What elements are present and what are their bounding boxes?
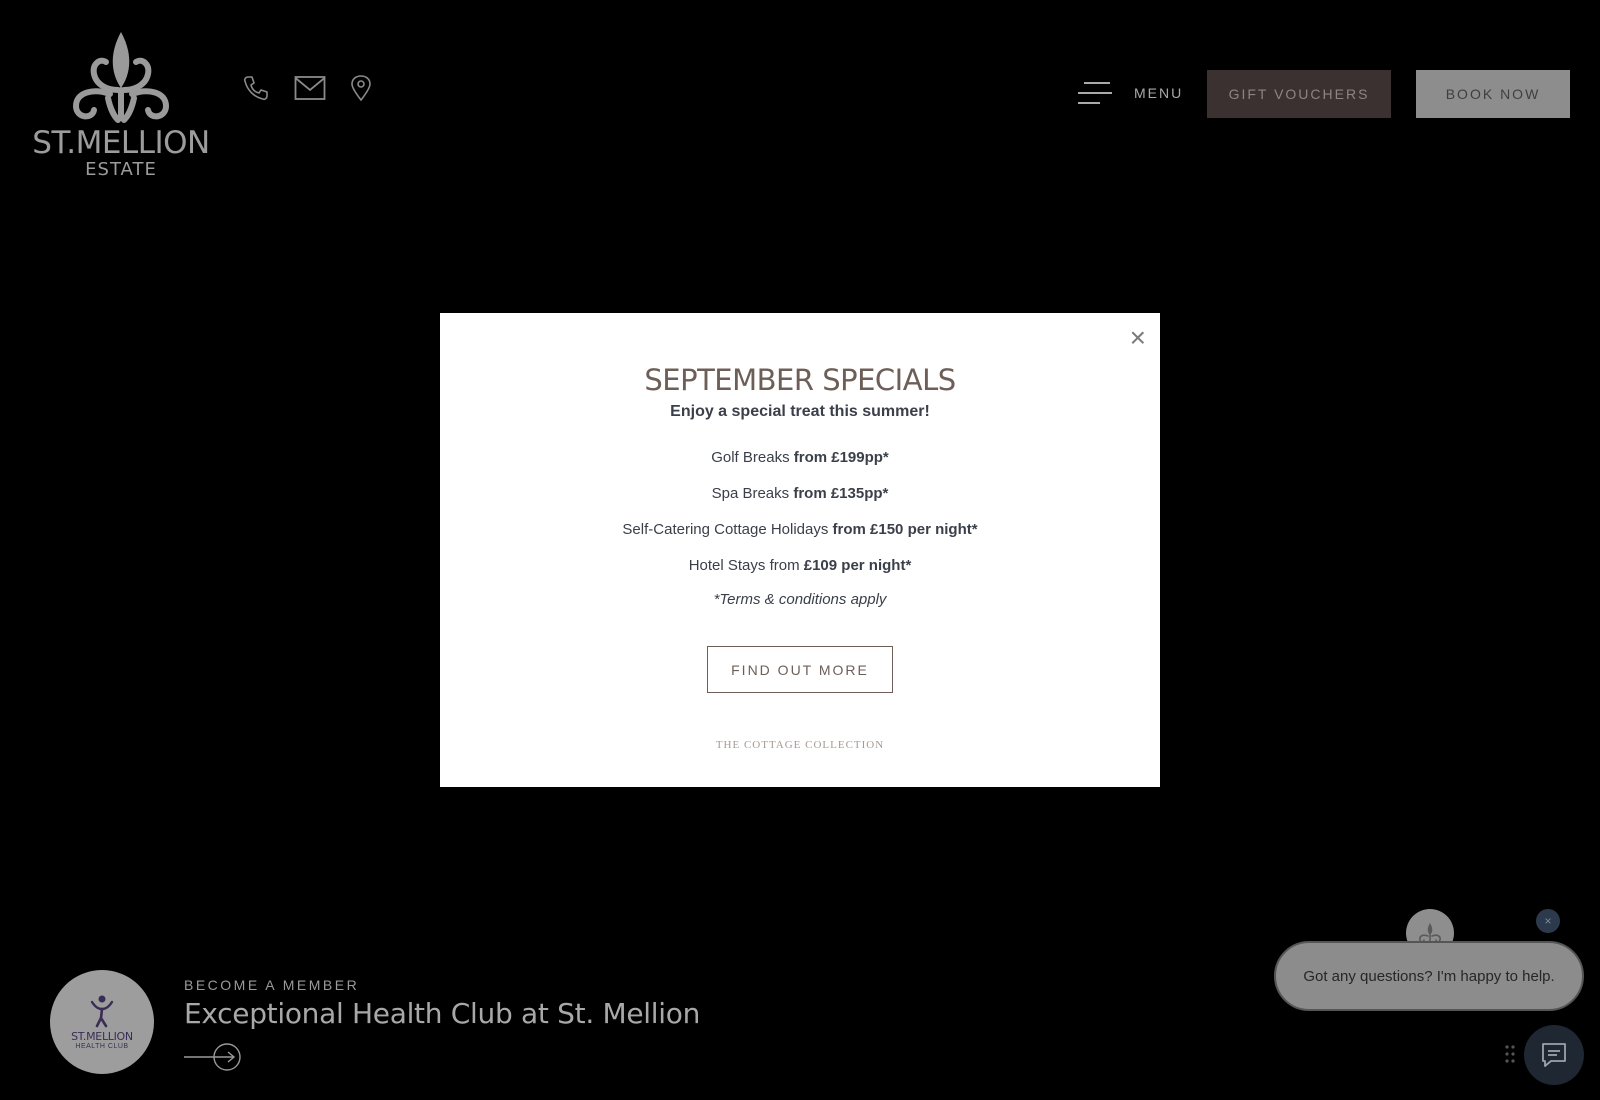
site-logo[interactable]: ST.MELLION ESTATE [28,28,214,180]
offer-label: Golf Breaks [711,449,794,466]
offers-list: Golf Breaks from £199pp* Spa Breaks from… [440,447,1160,591]
close-icon[interactable]: × [1130,323,1146,353]
badge-name: ST.MELLION [71,1030,133,1043]
offer-item: Spa Breaks from £135pp* [440,483,1160,519]
hamburger-icon [1078,82,1112,104]
offer-price: from £199pp* [793,449,889,466]
terms-note: *Terms & conditions apply [713,591,887,608]
offer-item: Golf Breaks from £199pp* [440,447,1160,483]
arrow-right-icon[interactable] [184,1042,244,1077]
logo-name: ST.MELLION [32,125,210,161]
mail-icon[interactable] [294,75,326,106]
health-club-badge[interactable]: ST.MELLION HEALTH CLUB [50,970,154,1074]
chat-launcher-button[interactable] [1524,1025,1584,1085]
offer-label: Hotel Stays from [688,557,804,574]
menu-button[interactable]: MENU [1076,80,1183,106]
offer-price: from £150 per night* [832,521,978,538]
offer-price: from £135pp* [793,485,889,502]
logo-subtitle: ESTATE [85,159,157,180]
offer-item: Hotel Stays from £109 per night* [440,555,1160,591]
chat-dismiss-button[interactable]: × [1536,909,1560,933]
find-out-more-button[interactable]: FIND OUT MORE [707,646,893,693]
promo-eyebrow: BECOME A MEMBER [184,977,360,993]
phone-icon[interactable] [242,74,270,107]
specials-modal: × SEPTEMBER SPECIALS Enjoy a special tre… [440,313,1160,787]
badge-subtitle: HEALTH CLUB [75,1043,129,1050]
book-now-button[interactable]: BOOK NOW [1416,70,1570,118]
drag-handle-icon[interactable] [1504,1044,1516,1069]
contact-icons [242,74,372,107]
modal-subtitle: Enjoy a special treat this summer! [670,403,930,420]
figure-icon [90,995,114,1028]
promo-title[interactable]: Exceptional Health Club at St. Mellion [184,997,700,1030]
gift-vouchers-button[interactable]: GIFT VOUCHERS [1207,70,1391,118]
chat-message-bubble[interactable]: Got any questions? I'm happy to help. [1274,941,1584,1011]
menu-label: MENU [1134,85,1184,101]
offer-price: £109 per night* [803,557,912,574]
cottage-collection-logo: THE COTTAGE COLLECTION [715,739,885,751]
location-pin-icon[interactable] [350,74,372,107]
fleur-de-lis-icon [72,32,170,123]
offer-item: Self-Catering Cottage Holidays from £150… [440,519,1160,555]
chat-icon [1542,1043,1566,1067]
modal-title: SEPTEMBER SPECIALS [644,363,956,397]
offer-label: Spa Breaks [711,485,794,502]
offer-label: Self-Catering Cottage Holidays [622,521,833,538]
